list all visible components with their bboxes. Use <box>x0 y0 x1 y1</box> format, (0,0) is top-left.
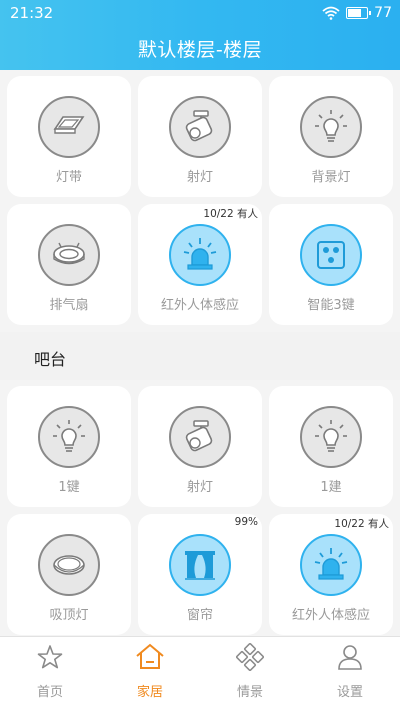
device-card[interactable]: 射灯 <box>138 386 262 507</box>
device-label: 背景灯 <box>311 170 351 185</box>
device-label: 灯带 <box>55 170 82 185</box>
device-label: 红外人体感应 <box>160 298 239 313</box>
device-label: 窗帘 <box>186 608 213 623</box>
scene-icon <box>236 643 264 675</box>
status-icons: 77 <box>322 4 392 22</box>
device-card[interactable]: 射灯 <box>138 76 262 197</box>
tab-home[interactable]: 家居 <box>100 637 200 710</box>
tab-label: 设置 <box>336 685 363 700</box>
bulb-icon[interactable] <box>38 406 100 468</box>
device-label: 红外人体感应 <box>291 608 370 623</box>
tab-label: 首页 <box>36 685 63 700</box>
section-default-floor: 灯带 射灯 背景灯 排气扇 10/22 有人 红外人体感应 智能3键 <box>0 70 400 332</box>
device-card[interactable]: 智能3键 <box>269 204 393 325</box>
curtain-icon[interactable] <box>169 534 231 596</box>
spotlight-icon[interactable] <box>169 406 231 468</box>
device-card[interactable]: 吸顶灯 <box>7 514 131 635</box>
tab-scene[interactable]: 情景 <box>200 637 300 710</box>
bottom-tab-bar: 首页 家居 情景 设置 <box>0 636 400 710</box>
device-card[interactable]: 99% 窗帘 <box>138 514 262 635</box>
bulb-icon[interactable] <box>300 406 362 468</box>
battery-percent: 77 <box>374 5 392 21</box>
star-icon <box>36 643 64 675</box>
tab-label: 情景 <box>236 685 263 700</box>
status-badge: 10/22 有人 <box>203 208 258 220</box>
downlight-icon[interactable] <box>38 96 100 158</box>
ceiling-light-icon[interactable] <box>38 534 100 596</box>
status-badge: 99% <box>234 516 258 528</box>
device-card[interactable]: 灯带 <box>7 76 131 197</box>
bulb-icon[interactable] <box>300 96 362 158</box>
device-card[interactable]: 10/22 有人红外人体感应 <box>138 204 262 325</box>
device-card[interactable]: 1建 <box>269 386 393 507</box>
device-label: 射灯 <box>186 170 213 185</box>
group-title: 吧台 <box>34 350 67 369</box>
tab-person[interactable]: 设置 <box>300 637 400 710</box>
device-card[interactable]: 背景灯 <box>269 76 393 197</box>
exhaust-fan-icon[interactable] <box>38 224 100 286</box>
device-card[interactable]: 1键 <box>7 386 131 507</box>
switch-3key-icon[interactable] <box>300 224 362 286</box>
section-bar: 1键 射灯 1建吸顶灯 99% 窗帘 10/22 有人红外人体感应 <box>0 380 400 636</box>
device-label: 排气扇 <box>49 298 89 313</box>
device-card[interactable]: 10/22 有人红外人体感应 <box>269 514 393 635</box>
device-card[interactable]: 排气扇 <box>7 204 131 325</box>
status-badge: 10/22 有人 <box>334 518 389 530</box>
wifi-icon <box>322 6 340 20</box>
device-label: 吸顶灯 <box>49 608 89 623</box>
page-title: 默认楼层-楼层 <box>137 39 263 61</box>
device-label: 智能3键 <box>307 298 355 313</box>
app-header: 21:32 77 默认楼层-楼层 <box>0 0 400 70</box>
tab-label: 家居 <box>136 685 163 700</box>
battery-icon <box>346 7 372 19</box>
alarm-light-icon[interactable] <box>169 224 231 286</box>
device-label: 1键 <box>58 480 80 495</box>
spotlight-icon[interactable] <box>169 96 231 158</box>
person-icon <box>336 643 364 675</box>
status-time: 21:32 <box>10 4 54 22</box>
device-label: 射灯 <box>186 480 213 495</box>
tab-star[interactable]: 首页 <box>0 637 100 710</box>
home-icon <box>135 643 165 675</box>
device-label: 1建 <box>320 480 342 495</box>
alarm-light-icon[interactable] <box>300 534 362 596</box>
